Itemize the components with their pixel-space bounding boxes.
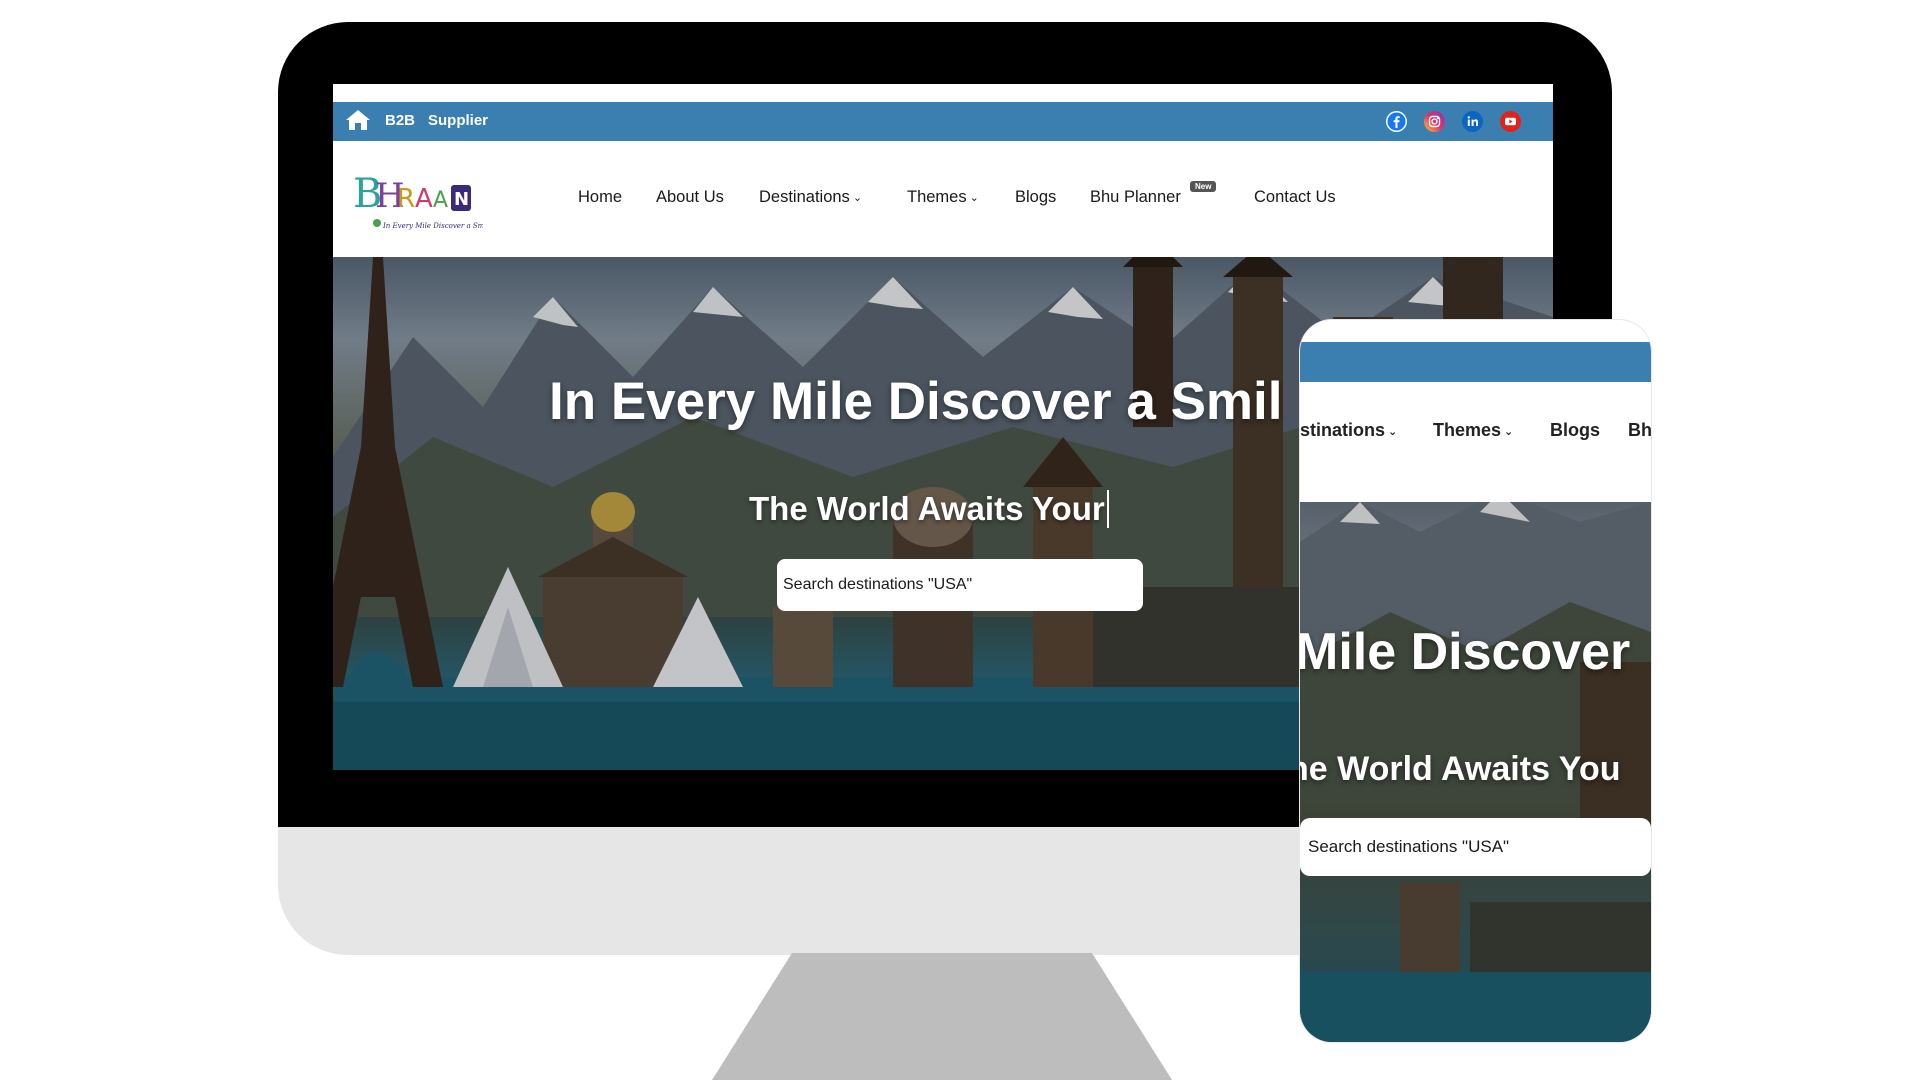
svg-text:In Every Mile Discover a Smile: In Every Mile Discover a Smile [382,222,483,230]
instagram-icon[interactable] [1424,111,1445,132]
nav-themes-label: Themes [907,188,967,206]
svg-text:N: N [454,189,469,210]
chevron-down-icon: ⌄ [1504,426,1514,438]
mobile-nav-destinations-label: stinations [1300,420,1386,440]
hero-subtitle: The World Awaits Your [749,490,1109,528]
youtube-icon[interactable] [1500,111,1521,132]
home-icon[interactable] [345,108,371,132]
svg-text:A: A [415,184,433,214]
destination-search-input[interactable] [777,559,1143,611]
chevron-down-icon: ⌄ [1388,426,1398,438]
mobile-nav-themes-label: Themes [1433,420,1502,440]
brand-logo[interactable]: B H R A A N In Every Mile Discover a Smi… [353,161,483,239]
site-header: B H R A A N In Every Mile Discover a Smi… [333,141,1553,257]
nav-contact[interactable]: Contact Us [1254,188,1336,207]
facebook-icon[interactable] [1386,111,1407,132]
mobile-hero-banner: Mile Discover ne World Awaits You [1300,502,1651,1042]
nav-themes[interactable]: Themes ⌄ [907,188,979,207]
svg-text:A: A [433,188,448,213]
chevron-down-icon: ⌄ [969,192,979,204]
mobile-destination-search-input[interactable] [1300,818,1651,876]
mobile-top-bar [1300,342,1651,382]
nav-destinations-label: Destinations [759,188,850,206]
nav-bhu-planner[interactable]: Bhu Planner [1090,188,1181,207]
mobile-hero-title: Mile Discover [1300,623,1631,681]
nav-about[interactable]: About Us [656,188,724,207]
mobile-screen: stinations ⌄ Themes ⌄ Blogs Bh Mile Discov… [1300,320,1651,1042]
mobile-nav-themes[interactable]: Themes ⌄ [1433,420,1513,441]
mobile-hero-subtitle: ne World Awaits You [1300,750,1621,788]
svg-text:R: R [397,184,415,214]
supplier-link[interactable]: Supplier [428,112,488,129]
mobile-nav-more[interactable]: Bh [1628,420,1651,441]
top-bar: B2B Supplier [333,102,1553,141]
chevron-down-icon: ⌄ [852,192,863,204]
linkedin-icon[interactable] [1462,111,1483,132]
hero-title: In Every Mile Discover a Smil [549,372,1283,431]
mobile-nav-blogs[interactable]: Blogs [1550,420,1600,441]
nav-blogs[interactable]: Blogs [1015,188,1056,207]
monitor-stand [712,953,1172,1080]
new-badge: New [1190,181,1217,192]
nav-home[interactable]: Home [578,188,622,207]
nav-destinations[interactable]: Destinations ⌄ [759,188,862,207]
b2b-link[interactable]: B2B [385,112,415,129]
mobile-nav-destinations[interactable]: stinations ⌄ [1300,420,1397,441]
